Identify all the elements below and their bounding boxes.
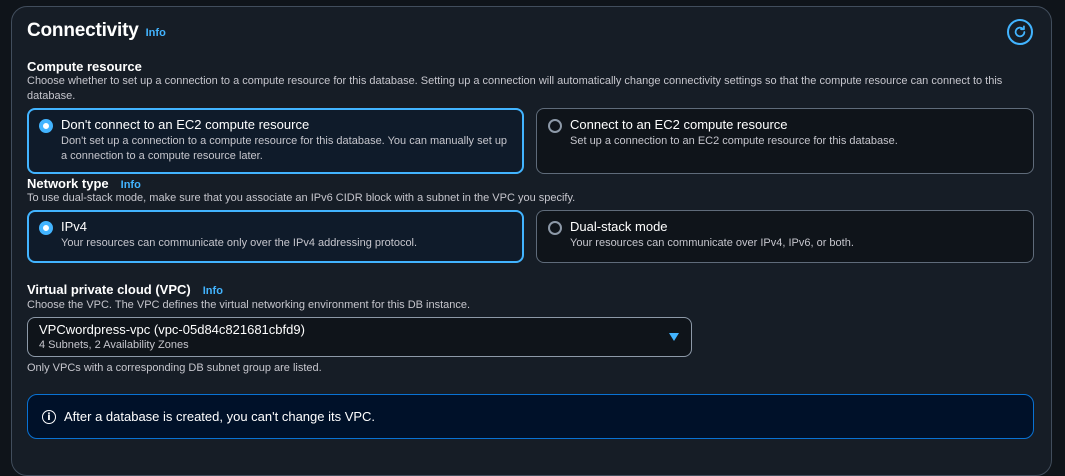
option-title: Dual-stack mode: [570, 219, 668, 234]
caret-down-icon[interactable]: [669, 333, 679, 341]
info-alert: i After a database is created, you can't…: [27, 394, 1034, 439]
option-title: Don't connect to an EC2 compute resource: [61, 117, 310, 132]
option-description: Your resources can communicate only over…: [61, 237, 418, 249]
network-type-description: To use dual-stack mode, make sure that y…: [27, 192, 576, 204]
alert-text: After a database is created, you can't c…: [64, 409, 376, 424]
compute-resource-description: Choose whether to set up a connection to…: [27, 75, 1003, 102]
option-dont-connect-ec2[interactable]: Don't connect to an EC2 compute resource…: [27, 108, 524, 174]
radio-selected-icon[interactable]: [39, 221, 53, 235]
info-circle-icon: i: [42, 410, 56, 424]
radio-unselected-icon[interactable]: [548, 119, 562, 133]
network-type-info-link[interactable]: Info: [121, 179, 141, 191]
network-type-label: Network type Info: [27, 176, 141, 191]
compute-resource-label: Compute resource: [27, 59, 142, 74]
radio-selected-icon[interactable]: [39, 119, 53, 133]
vpc-description: Choose the VPC. The VPC defines the virt…: [27, 299, 471, 311]
vpc-select[interactable]: VPCwordpress-vpc (vpc-05d84c821681cbfd9)…: [27, 317, 692, 357]
refresh-icon: [1014, 25, 1026, 38]
option-connect-ec2[interactable]: Connect to an EC2 compute resource Set u…: [536, 108, 1034, 174]
vpc-selected-value: VPCwordpress-vpc (vpc-05d84c821681cbfd9): [39, 322, 305, 337]
vpc-label: Virtual private cloud (VPC) Info: [27, 282, 223, 297]
option-title: IPv4: [61, 219, 88, 234]
vpc-info-link[interactable]: Info: [203, 285, 223, 297]
option-description: Don't set up a connection to a compute r…: [61, 135, 508, 162]
vpc-hint: Only VPCs with a corresponding DB subnet…: [27, 362, 322, 374]
option-ipv4[interactable]: IPv4 Your resources can communicate only…: [27, 210, 524, 263]
vpc-selected-subtext: 4 Subnets, 2 Availability Zones: [39, 339, 189, 351]
section-header: Connectivity Info: [27, 20, 166, 42]
refresh-button[interactable]: [1007, 19, 1033, 45]
option-description: Your resources can communicate over IPv4…: [570, 237, 854, 249]
option-dual-stack[interactable]: Dual-stack mode Your resources can commu…: [536, 210, 1034, 263]
connectivity-info-link[interactable]: Info: [146, 27, 166, 39]
section-title: Connectivity: [27, 20, 139, 41]
option-title: Connect to an EC2 compute resource: [570, 117, 788, 132]
radio-unselected-icon[interactable]: [548, 221, 562, 235]
option-description: Set up a connection to an EC2 compute re…: [570, 135, 898, 147]
